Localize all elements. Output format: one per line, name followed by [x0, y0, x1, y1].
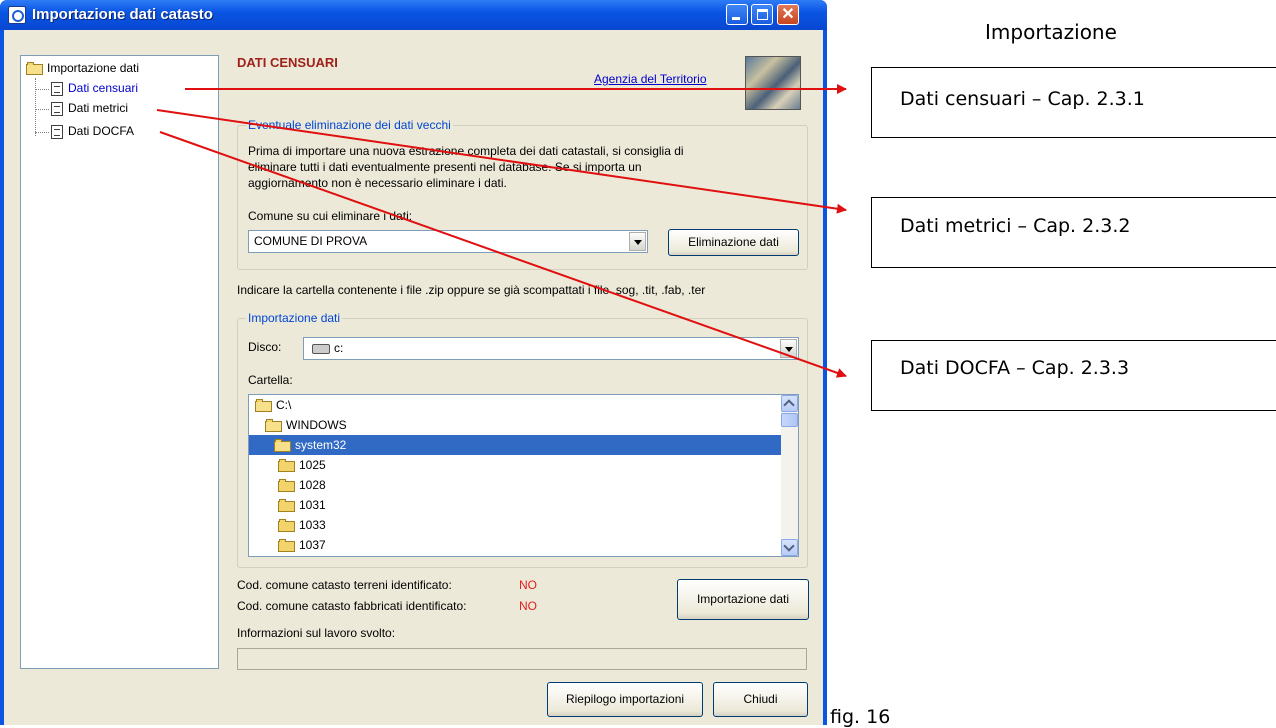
document-icon [51, 101, 63, 116]
disk-select[interactable]: c: [303, 337, 799, 360]
callout-text: Dati metrici – Cap. 2.3.2 [900, 215, 1131, 237]
close-window-button[interactable]: ✕ [777, 4, 799, 25]
folder-hint-text: Indicare la cartella contenente i file .… [237, 283, 706, 297]
minimize-button[interactable] [726, 4, 748, 25]
scroll-down-icon[interactable] [781, 539, 798, 556]
window-title: Importazione dati catasto [32, 6, 213, 23]
open-folder-icon [274, 439, 292, 453]
folder-item-label: system32 [295, 438, 347, 452]
callout-text: Dati DOCFA – Cap. 2.3.3 [900, 357, 1130, 379]
folder-item-label: 1037 [299, 538, 326, 552]
open-folder-icon [265, 419, 283, 433]
app-icon [8, 6, 26, 24]
maximize-button[interactable] [751, 4, 773, 25]
tree-connector [35, 109, 49, 110]
tree-item-label: Dati metrici [68, 101, 129, 115]
folder-icon [278, 499, 296, 513]
folder-item[interactable]: 1025 [249, 455, 783, 475]
chevron-down-icon[interactable] [780, 339, 797, 358]
document-icon [51, 124, 63, 139]
progress-bar [237, 648, 807, 670]
folder-item-selected[interactable]: system32 [249, 435, 783, 455]
fabbricati-status: NO [519, 599, 537, 613]
folder-item[interactable]: 1033 [249, 515, 783, 535]
folder-item-label: 1025 [299, 458, 326, 472]
tree-item-label: Dati censuari [68, 81, 139, 95]
page-title: DATI CENSUARI [237, 55, 338, 70]
callout-text: Dati censuari – Cap. 2.3.1 [900, 88, 1145, 110]
document-icon [51, 81, 63, 96]
drive-icon [312, 343, 330, 354]
chevron-down-icon[interactable] [629, 232, 646, 251]
title-bar[interactable]: Importazione dati catasto ✕ [0, 0, 827, 30]
terreni-label: Cod. comune catasto terreni identificato… [237, 578, 452, 592]
folder-label: Cartella: [248, 373, 293, 387]
folder-icon [278, 539, 296, 553]
disk-label: Disco: [248, 340, 282, 354]
tree-root-label: Importazione dati [47, 61, 140, 75]
folder-item[interactable]: WINDOWS [249, 415, 788, 435]
open-folder-icon [255, 399, 273, 413]
disk-select-text: c: [334, 341, 344, 355]
folder-item[interactable]: 1028 [249, 475, 783, 495]
navigation-tree: Importazione dati Dati censuari Dati met… [20, 55, 219, 669]
open-folder-icon [26, 62, 44, 76]
folder-icon [278, 519, 296, 533]
folder-item-label: 1028 [299, 478, 326, 492]
folder-item-label: 1031 [299, 498, 326, 512]
folder-listbox[interactable]: C:\ WINDOWS system32 1025 1028 1031 1033… [248, 394, 799, 557]
tree-item-dati-docfa[interactable]: Dati DOCFA [51, 124, 134, 139]
callout-box: Dati DOCFA – Cap. 2.3.3 [871, 340, 1276, 411]
close-button[interactable]: Chiudi [713, 682, 808, 717]
elimination-description-line: Prima di importare una nuova estrazione … [248, 144, 684, 158]
import-button[interactable]: Importazione dati [677, 579, 809, 620]
comune-label: Comune su cui eliminare i dati: [248, 209, 413, 223]
tree-item-dati-metrici[interactable]: Dati metrici [51, 101, 128, 116]
annotation-heading: Importazione [985, 20, 1117, 44]
import-group-label: Importazione dati [246, 311, 343, 325]
callout-box: Dati metrici – Cap. 2.3.2 [871, 197, 1276, 268]
scroll-thumb[interactable] [781, 413, 798, 427]
folder-item[interactable]: 1037 [249, 535, 783, 555]
tree-connector [35, 132, 49, 133]
tree-item-label: Dati DOCFA [68, 124, 135, 138]
minimize-icon [732, 17, 740, 20]
fabbricati-label: Cod. comune catasto fabbricati identific… [237, 599, 467, 613]
tree-connector [35, 78, 36, 136]
agency-link[interactable]: Agenzia del Territorio [594, 72, 707, 86]
tree-item-dati-censuari[interactable]: Dati censuari [51, 81, 138, 96]
tree-root[interactable]: Importazione dati [26, 61, 140, 76]
folder-item-label: C:\ [276, 398, 292, 412]
folder-item-label: WINDOWS [286, 418, 347, 432]
comune-select-value: COMUNE DI PROVA [254, 234, 368, 248]
tree-connector [35, 89, 49, 90]
elimination-button[interactable]: Eliminazione dati [668, 229, 799, 256]
folder-icon [278, 479, 296, 493]
agency-logo-image [745, 56, 801, 110]
folder-scrollbar[interactable] [781, 395, 798, 556]
folder-item-label: 1033 [299, 518, 326, 532]
terreni-status: NO [519, 578, 537, 592]
folder-icon [278, 459, 296, 473]
maximize-icon [757, 9, 768, 20]
elimination-description-line: aggiornamento non è necessario eliminare… [248, 176, 507, 190]
elimination-description-line: eliminare tutti i dati eventualmente pre… [248, 160, 642, 174]
folder-item[interactable]: 1031 [249, 495, 783, 515]
info-label: Informazioni sul lavoro svolto: [237, 626, 396, 640]
scroll-up-icon[interactable] [781, 395, 798, 412]
summary-button[interactable]: Riepilogo importazioni [547, 682, 703, 717]
callout-box: Dati censuari – Cap. 2.3.1 [871, 67, 1276, 138]
folder-item[interactable]: C:\ [249, 395, 788, 415]
comune-select[interactable]: COMUNE DI PROVA [248, 230, 648, 253]
elimination-group-label: Eventuale eliminazione dei dati vecchi [246, 118, 453, 132]
close-icon: ✕ [781, 6, 795, 23]
disk-select-value: c: [312, 341, 343, 355]
